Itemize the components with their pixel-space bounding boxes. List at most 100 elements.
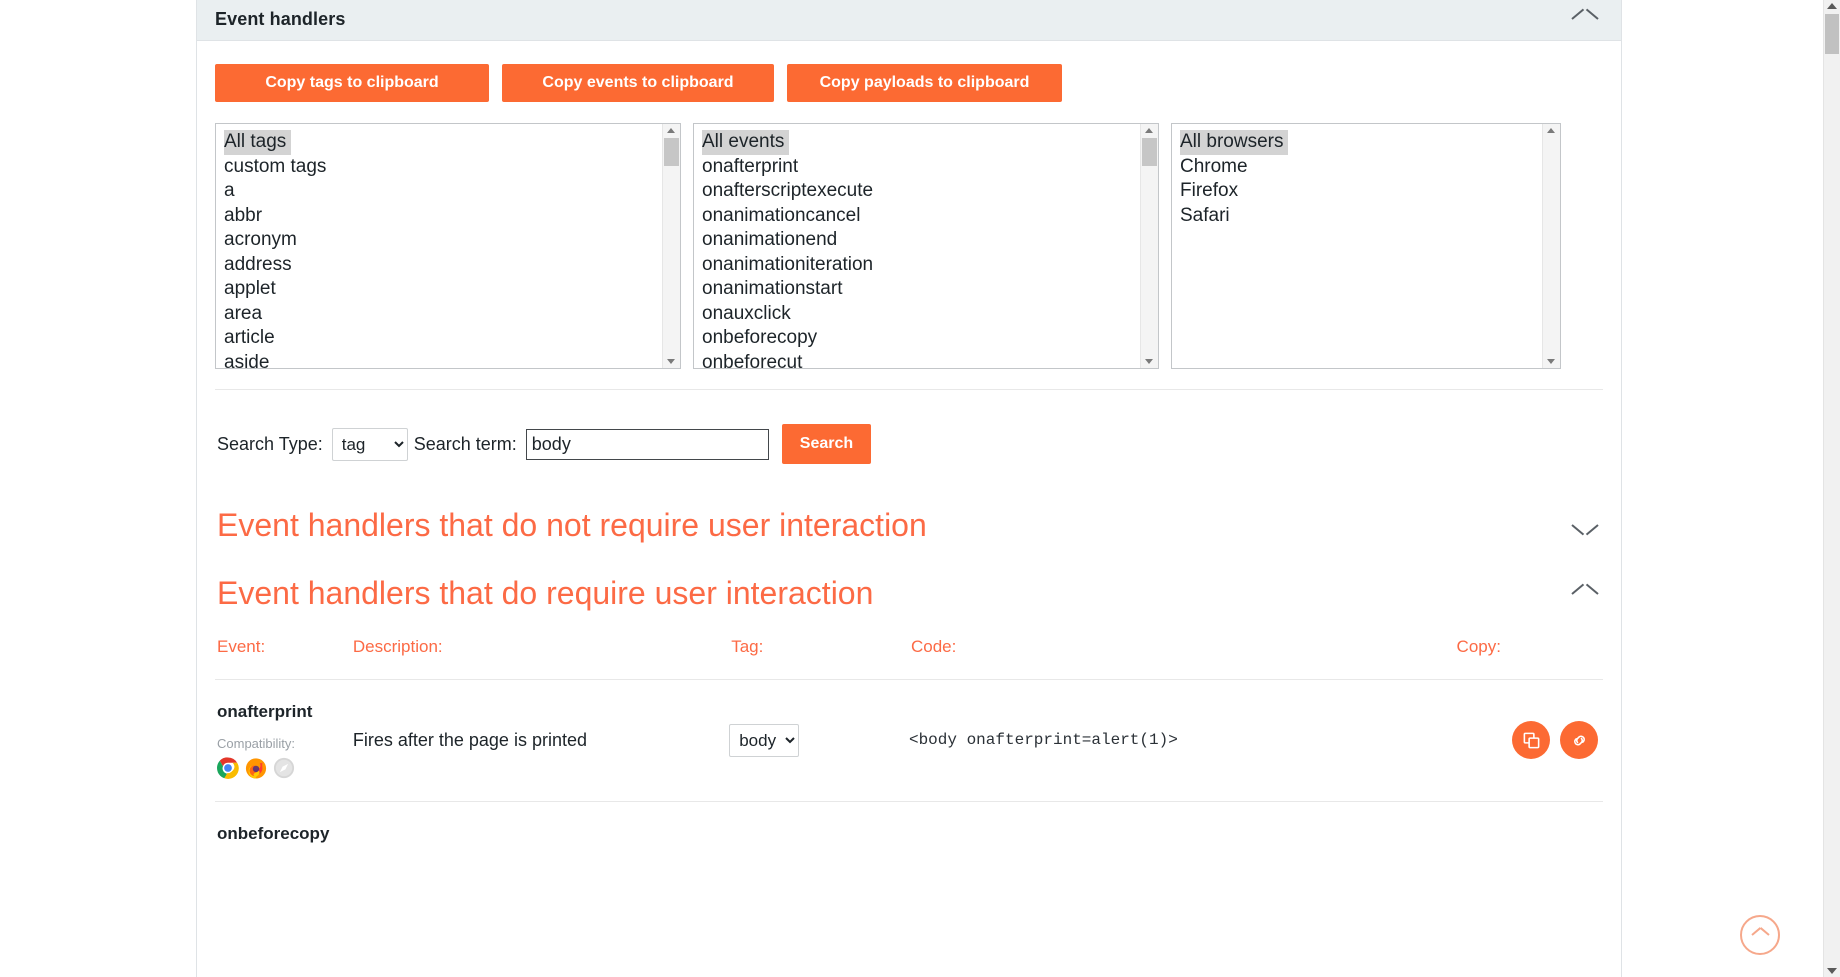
- page-scroll-container: Event handlers Copy tags to clipboard Co…: [0, 0, 1824, 977]
- column-header-description: Description:: [352, 636, 443, 656]
- event-name: onbeforecopy: [217, 823, 330, 843]
- list-item[interactable]: onanimationend: [694, 228, 1158, 253]
- list-item[interactable]: address: [216, 253, 680, 278]
- search-button[interactable]: Search: [781, 424, 872, 464]
- search-input[interactable]: [525, 428, 769, 460]
- events-listbox[interactable]: All events onafterprint onafterscriptexecu…: [693, 123, 1159, 369]
- search-term-label: Search term:: [413, 433, 517, 454]
- column-header-copy: Copy:: [1456, 636, 1501, 656]
- firefox-icon: [245, 758, 267, 779]
- list-item[interactable]: onafterscriptexecute: [694, 179, 1158, 204]
- browsers-list: All browsers Chrome Firefox Safari: [1172, 124, 1560, 228]
- compatibility-icons: [215, 757, 351, 801]
- row-copy-buttons: [1455, 721, 1603, 760]
- list-item[interactable]: aside: [216, 351, 680, 369]
- table-row: onbeforecopy: [215, 800, 1603, 884]
- list-item[interactable]: abbr: [216, 204, 680, 229]
- scrollbar-thumb[interactable]: [1825, 14, 1839, 54]
- compatibility-label: Compatibility:: [217, 735, 296, 751]
- list-item[interactable]: onanimationstart: [694, 277, 1158, 302]
- scrollbar-thumb[interactable]: [664, 138, 679, 166]
- section-no-interaction-header[interactable]: Event handlers that do not require user …: [215, 506, 1603, 544]
- scroll-up-arrow-icon[interactable]: [667, 128, 675, 133]
- copy-payload-button[interactable]: [1512, 721, 1550, 760]
- copy-buttons-row: Copy tags to clipboard Copy events to cl…: [215, 41, 1603, 102]
- chrome-icon: [217, 757, 239, 779]
- tag-select[interactable]: bodyframeset: [729, 723, 800, 757]
- list-item[interactable]: custom tags: [216, 155, 680, 180]
- event-handlers-table: Event: Description: Tag: Code: Copy: ona…: [215, 637, 1603, 884]
- tags-list: All tags custom tags a abbr acronym address ap…: [216, 124, 680, 369]
- list-item[interactable]: Safari: [1172, 204, 1560, 229]
- section-require-interaction-title: Event handlers that do require user inte…: [217, 575, 874, 612]
- list-item[interactable]: Chrome: [1172, 155, 1560, 180]
- tags-listbox[interactable]: All tags custom tags a abbr acronym address ap…: [215, 123, 681, 369]
- table-header-row: Event: Description: Tag: Code: Copy:: [215, 637, 1603, 680]
- cell-code: <body onafterprint=alert(1)>: [908, 678, 1455, 802]
- list-item[interactable]: area: [216, 302, 680, 327]
- link-icon: [1573, 735, 1585, 746]
- cell-tag: [729, 800, 909, 884]
- column-header-tag: Tag:: [731, 636, 764, 656]
- column-header-event: Event:: [217, 636, 266, 656]
- cell-description: [350, 800, 730, 884]
- list-item[interactable]: article: [216, 326, 680, 351]
- scroll-up-arrow-icon[interactable]: [1547, 128, 1555, 133]
- browser-scrollbar[interactable]: [1823, 0, 1840, 977]
- event-name: onafterprint: [217, 701, 313, 721]
- safari-icon: [273, 757, 295, 778]
- scroll-down-arrow-icon[interactable]: [1547, 359, 1555, 364]
- event-description: Fires after the page is printed: [352, 729, 587, 750]
- list-item[interactable]: onanimationcancel: [694, 204, 1158, 229]
- scroll-down-arrow-icon[interactable]: [667, 359, 675, 364]
- list-item[interactable]: applet: [216, 277, 680, 302]
- search-type-label: Search Type:: [217, 433, 323, 454]
- section-require-interaction-header[interactable]: Event handlers that do require user inte…: [215, 574, 1603, 612]
- scroll-up-arrow-icon[interactable]: [1827, 3, 1837, 9]
- scroll-down-arrow-icon[interactable]: [1145, 359, 1153, 364]
- column-header-code: Code:: [910, 636, 957, 656]
- copy-link-button[interactable]: [1560, 721, 1598, 760]
- cell-copy: [1454, 678, 1603, 802]
- list-item[interactable]: onbeforecut: [694, 351, 1158, 369]
- row-spacer: [215, 844, 351, 884]
- chevron-up-icon[interactable]: [1572, 12, 1598, 26]
- copy-tags-button[interactable]: Copy tags to clipboard: [215, 64, 489, 102]
- scrollbar-thumb[interactable]: [1142, 138, 1157, 166]
- scroll-down-arrow-icon[interactable]: [1827, 968, 1837, 974]
- search-type-select[interactable]: tageventpayload: [331, 427, 408, 461]
- list-item[interactable]: All tags: [224, 130, 292, 155]
- cell-description: Fires after the page is printed: [350, 678, 730, 802]
- search-row: Search Type: tageventpayload Search term…: [215, 390, 1603, 464]
- cell-code: [908, 800, 1455, 884]
- page-title: Event handlers: [215, 8, 346, 29]
- copy-events-button[interactable]: Copy events to clipboard: [502, 64, 774, 102]
- cell-event: onbeforecopy: [215, 800, 351, 884]
- list-item[interactable]: onanimationiteration: [694, 253, 1158, 278]
- section-no-interaction-title: Event handlers that do not require user …: [217, 507, 927, 543]
- browsers-listbox-scrollbar[interactable]: [1542, 124, 1560, 368]
- list-item[interactable]: acronym: [216, 228, 680, 253]
- cell-copy: [1454, 800, 1603, 884]
- list-item[interactable]: onafterprint: [694, 155, 1158, 180]
- chevron-up-icon[interactable]: [1572, 587, 1598, 601]
- tags-listbox-scrollbar[interactable]: [662, 124, 680, 368]
- copy-icon: [1523, 732, 1539, 749]
- scroll-up-arrow-icon[interactable]: [1145, 128, 1153, 133]
- chevron-down-icon[interactable]: [1572, 518, 1598, 532]
- browsers-listbox[interactable]: All browsers Chrome Firefox Safari: [1171, 123, 1561, 369]
- list-item[interactable]: All events: [702, 130, 790, 155]
- event-handlers-card: Event handlers Copy tags to clipboard Co…: [196, 0, 1622, 977]
- events-listbox-scrollbar[interactable]: [1140, 124, 1158, 368]
- cell-tag: bodyframeset: [729, 678, 909, 802]
- list-item[interactable]: onauxclick: [694, 302, 1158, 327]
- cell-event: onafterprint Compatibility:: [215, 678, 351, 802]
- list-item[interactable]: Firefox: [1172, 179, 1560, 204]
- list-item[interactable]: a: [216, 179, 680, 204]
- scroll-to-top-button[interactable]: [1740, 915, 1780, 955]
- list-item[interactable]: All browsers: [1180, 130, 1289, 155]
- list-item[interactable]: onbeforecopy: [694, 326, 1158, 351]
- copy-payloads-button[interactable]: Copy payloads to clipboard: [787, 64, 1062, 102]
- card-header[interactable]: Event handlers: [197, 0, 1621, 41]
- card-body: Copy tags to clipboard Copy events to cl…: [197, 41, 1621, 884]
